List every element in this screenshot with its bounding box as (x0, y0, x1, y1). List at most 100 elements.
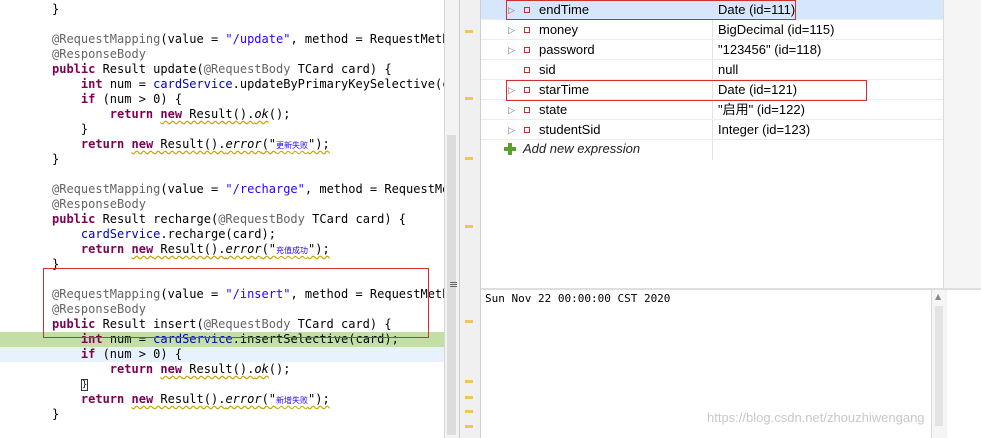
code-line[interactable]: } (0, 2, 444, 17)
ruler-marker[interactable] (465, 30, 473, 33)
code-token: Result recharge( (95, 212, 219, 226)
code-token: (num > 0) { (95, 347, 183, 361)
code-token: new (160, 107, 183, 121)
detail-scroll-thumb[interactable] (935, 306, 943, 426)
code-line[interactable]: } (0, 407, 444, 422)
detail-scrollbar[interactable]: ▲ (931, 290, 947, 438)
expand-arrow-icon[interactable]: ▷ (508, 120, 515, 140)
code-token: return (80, 242, 125, 256)
code-line[interactable]: @RequestMapping(value = "/update", metho… (0, 32, 444, 47)
ruler-marker[interactable] (465, 157, 473, 160)
code-token: (" (261, 137, 277, 151)
field-icon (524, 27, 530, 33)
code-token: , method = RequestMet (304, 182, 444, 196)
variable-row[interactable]: ▷ money BigDecimal (id=115) (481, 20, 943, 40)
code-line[interactable]: cardService.recharge(card); (0, 227, 444, 242)
code-token: error (225, 242, 262, 256)
ruler-marker[interactable] (465, 425, 473, 428)
variable-row[interactable]: ▷ password "123456" (id=118) (481, 40, 943, 60)
code-token: new (131, 392, 154, 406)
ruler-marker[interactable] (465, 380, 473, 383)
code-token: Result(). (153, 137, 226, 151)
code-token: return (109, 107, 154, 121)
code-token: .recharge(card); (160, 227, 276, 241)
code-token: Result(). (182, 362, 255, 376)
code-token: new (131, 137, 154, 151)
ruler-marker[interactable] (465, 97, 473, 100)
annotation-box-startime (506, 80, 867, 101)
code-token: 更新失败 (276, 141, 309, 150)
watermark: https://blog.csdn.net/zhouzhiwengang (707, 410, 925, 425)
code-line[interactable]: @ResponseBody (0, 197, 444, 212)
code-token: new (160, 362, 183, 376)
code-token: if (80, 347, 96, 361)
code-token: num = (102, 77, 154, 91)
code-token: "/recharge" (225, 182, 305, 196)
code-line[interactable]: return new Result().ok(); (0, 362, 444, 377)
code-token: 新增失败 (276, 396, 309, 405)
code-line[interactable]: return new Result().error("新增失败"); (0, 392, 444, 407)
code-token: .updateByPrimaryKeySelective(ca (232, 77, 444, 91)
add-new-expression[interactable]: Add new expression (523, 140, 640, 158)
ruler-marker[interactable] (465, 396, 473, 399)
scroll-up-icon[interactable]: ▲ (935, 292, 941, 301)
field-icon (524, 47, 530, 53)
code-line[interactable]: return new Result().ok(); (0, 107, 444, 122)
code-line[interactable] (0, 167, 444, 182)
variable-row[interactable]: sid null (481, 60, 943, 80)
code-line[interactable]: public Result recharge(@RequestBody TCar… (0, 212, 444, 227)
expand-arrow-icon[interactable]: ▷ (508, 40, 515, 60)
field-icon (524, 107, 530, 113)
code-token: (); (268, 107, 291, 121)
code-token: public (52, 212, 96, 226)
code-token: (" (261, 392, 277, 406)
code-token: "); (308, 242, 330, 256)
variable-name: password (539, 42, 595, 57)
ruler-marker[interactable] (465, 225, 473, 228)
code-token: } (52, 152, 60, 166)
code-token: return (80, 137, 125, 151)
code-token: "); (308, 392, 330, 406)
code-token: return (80, 392, 125, 406)
variables-scrollbar[interactable] (943, 0, 981, 288)
code-token: cardService (80, 227, 161, 241)
code-line[interactable]: @ResponseBody (0, 47, 444, 62)
code-token: } (52, 2, 60, 16)
code-line[interactable]: } (0, 122, 444, 137)
field-icon (524, 127, 530, 133)
code-token: @RequestMapping (52, 182, 161, 196)
expand-arrow-icon[interactable]: ▷ (508, 20, 515, 40)
code-editor[interactable]: } @RequestMapping(value = "/update", meth… (0, 0, 444, 438)
code-line[interactable]: if (num > 0) { (0, 347, 444, 362)
code-token: , method = RequestMetho (290, 32, 444, 46)
code-line[interactable]: public Result update(@RequestBody TCard … (0, 62, 444, 77)
code-line[interactable]: return new Result().error("更新失败"); (0, 137, 444, 152)
ruler-marker[interactable] (465, 320, 473, 323)
expand-arrow-icon[interactable]: ▷ (508, 100, 515, 120)
code-line[interactable]: @RequestMapping(value = "/recharge", met… (0, 182, 444, 197)
code-token: TCard card) { (290, 62, 392, 76)
variable-value: "启用" (id=122) (718, 102, 805, 117)
code-line[interactable]: if (num > 0) { (0, 92, 444, 107)
code-line[interactable]: int num = cardService.updateByPrimaryKey… (0, 77, 444, 92)
code-token: cardService (153, 77, 233, 91)
add-icon[interactable] (503, 142, 517, 156)
code-token: @RequestBody (203, 62, 291, 76)
code-line[interactable]: return new Result().error("充值成功"); (0, 242, 444, 257)
code-line[interactable]: } (0, 152, 444, 167)
editor-vertical-scrollbar[interactable] (444, 0, 459, 438)
code-token: "); (308, 137, 330, 151)
code-line[interactable]: } (0, 377, 444, 392)
splitter-grip-icon[interactable]: ≡ (449, 278, 458, 291)
ruler-marker[interactable] (465, 410, 473, 413)
variable-row[interactable]: ▷ state "启用" (id=122) (481, 100, 943, 120)
code-line[interactable] (0, 17, 444, 32)
variable-row[interactable]: ▷ studentSid Integer (id=123) (481, 120, 943, 140)
